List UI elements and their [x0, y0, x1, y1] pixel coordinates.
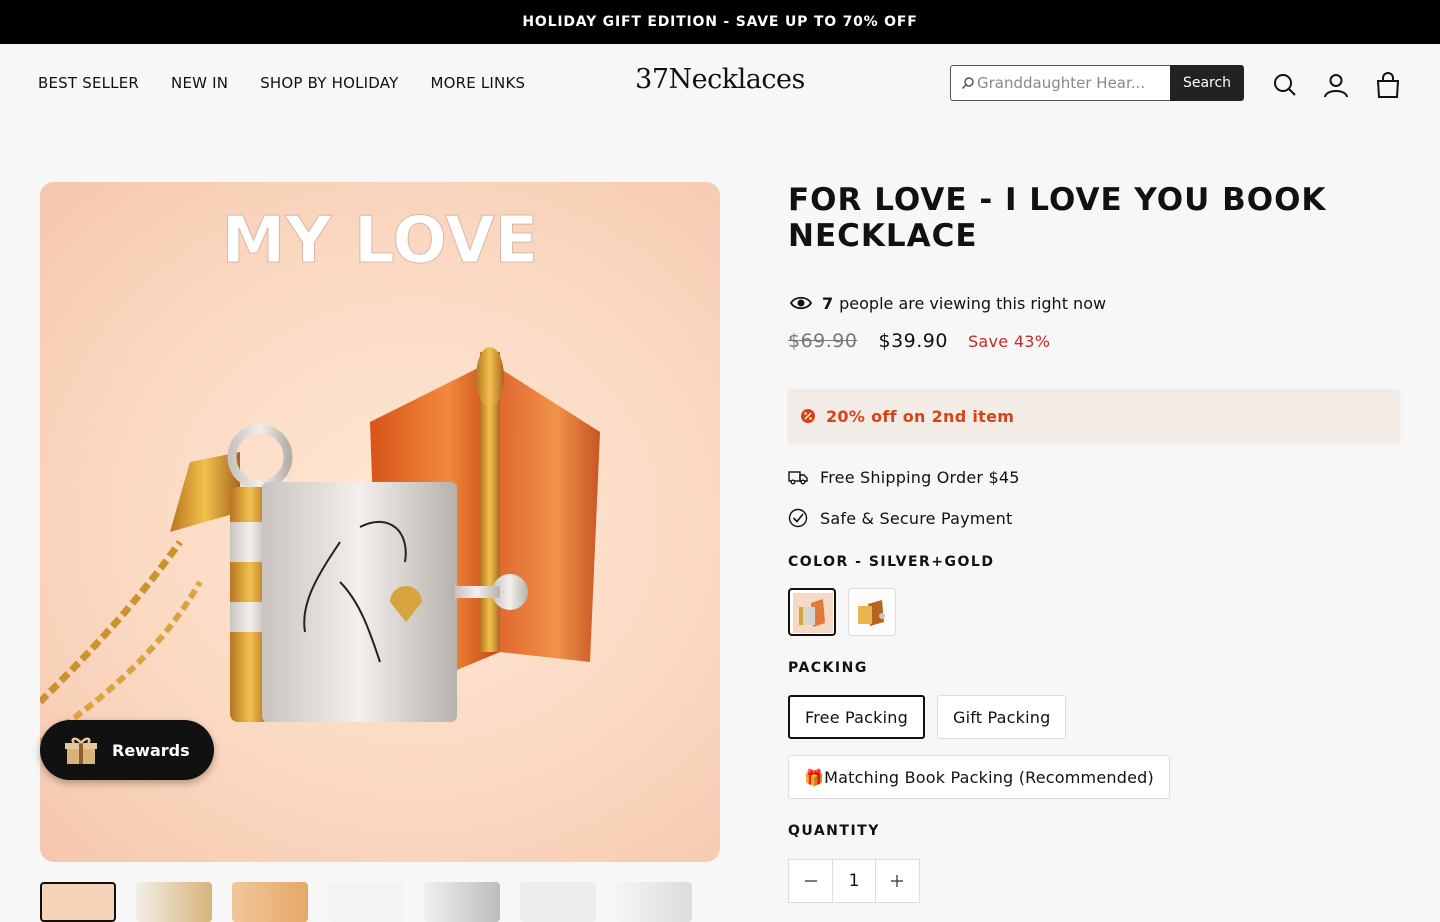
- color-swatch-silver-gold[interactable]: [788, 588, 836, 636]
- product-info: FOR LOVE - I LOVE YOU BOOK NECKLACE 7 pe…: [788, 182, 1400, 903]
- save-badge: Save 43%: [967, 332, 1051, 351]
- truck-icon: [788, 471, 808, 485]
- search-input[interactable]: [977, 74, 1167, 92]
- promo-banner: 20% off on 2nd item: [788, 389, 1400, 443]
- thumbnail-7[interactable]: [616, 882, 692, 922]
- compare-price: $69.90: [788, 330, 858, 352]
- feature-payment-text: Safe & Secure Payment: [820, 508, 1013, 528]
- feature-shipping: Free Shipping Order $45: [788, 465, 1400, 489]
- cart-icon[interactable]: [1373, 70, 1403, 100]
- feature-shipping-text: Free Shipping Order $45: [820, 467, 1020, 487]
- search-field[interactable]: [950, 65, 1170, 101]
- gift-box-icon: [65, 737, 97, 764]
- account-icon[interactable]: [1321, 70, 1351, 100]
- quantity-label: QUANTITY: [788, 823, 880, 839]
- promo-text: 20% off on 2nd item: [826, 406, 1015, 426]
- thumbnail-1[interactable]: [40, 882, 116, 922]
- viewers-text: people are viewing this right now: [839, 293, 1107, 313]
- thumbnail-5[interactable]: [424, 882, 500, 922]
- quantity-stepper: 1: [788, 859, 920, 903]
- search-icon[interactable]: [1270, 70, 1300, 100]
- eye-icon: [790, 296, 812, 310]
- price-block: $69.90 $39.90 Save 43%: [788, 330, 1400, 358]
- minus-icon: [804, 880, 817, 882]
- color-label: COLOR - SILVER+GOLD: [788, 554, 995, 570]
- thumbnail-3[interactable]: [232, 882, 308, 922]
- packing-option-gift[interactable]: Gift Packing: [936, 695, 1067, 739]
- announcement-text: HOLIDAY GIFT EDITION - SAVE UP TO 70% OF…: [522, 14, 918, 30]
- discount-badge-icon: [801, 409, 815, 423]
- site-header: BEST SELLER NEW IN SHOP BY HOLIDAY MORE …: [0, 44, 1440, 122]
- feature-payment: Safe & Secure Payment: [788, 506, 1400, 530]
- packing-option-matching-book[interactable]: 🎁Matching Book Packing (Recommended): [788, 755, 1170, 799]
- thumbnail-2[interactable]: [136, 882, 212, 922]
- packing-options-row2: 🎁Matching Book Packing (Recommended): [788, 755, 1400, 799]
- quantity-input[interactable]: 1: [832, 860, 876, 902]
- announcement-bar: HOLIDAY GIFT EDITION - SAVE UP TO 70% OF…: [0, 0, 1440, 44]
- color-swatch-gold[interactable]: [848, 588, 896, 636]
- rewards-button[interactable]: Rewards: [40, 720, 214, 780]
- packing-options: Free Packing Gift Packing: [788, 695, 1400, 739]
- search-icon: [961, 77, 974, 90]
- live-viewers: 7 people are viewing this right now: [788, 291, 1400, 315]
- color-swatches: [788, 588, 1400, 636]
- thumbnail-4[interactable]: [328, 882, 404, 922]
- viewers-count: 7: [822, 293, 834, 313]
- check-circle-icon: [788, 508, 808, 528]
- packing-label: PACKING: [788, 660, 868, 676]
- rewards-label: Rewards: [112, 740, 190, 760]
- plus-icon: [891, 875, 904, 887]
- search-form: Search: [950, 65, 1244, 101]
- site-logo[interactable]: 37Necklaces: [635, 64, 805, 95]
- product-title: FOR LOVE - I LOVE YOU BOOK NECKLACE: [788, 182, 1327, 254]
- quantity-increase-button[interactable]: [876, 860, 919, 902]
- sale-price: $39.90: [878, 330, 948, 352]
- quantity-decrease-button[interactable]: [789, 860, 832, 902]
- thumbnail-6[interactable]: [520, 882, 596, 922]
- packing-option-free[interactable]: Free Packing: [788, 695, 925, 739]
- image-caption: MY LOVE: [222, 204, 539, 278]
- search-button[interactable]: Search: [1170, 65, 1244, 101]
- thumbnail-strip: [40, 882, 692, 922]
